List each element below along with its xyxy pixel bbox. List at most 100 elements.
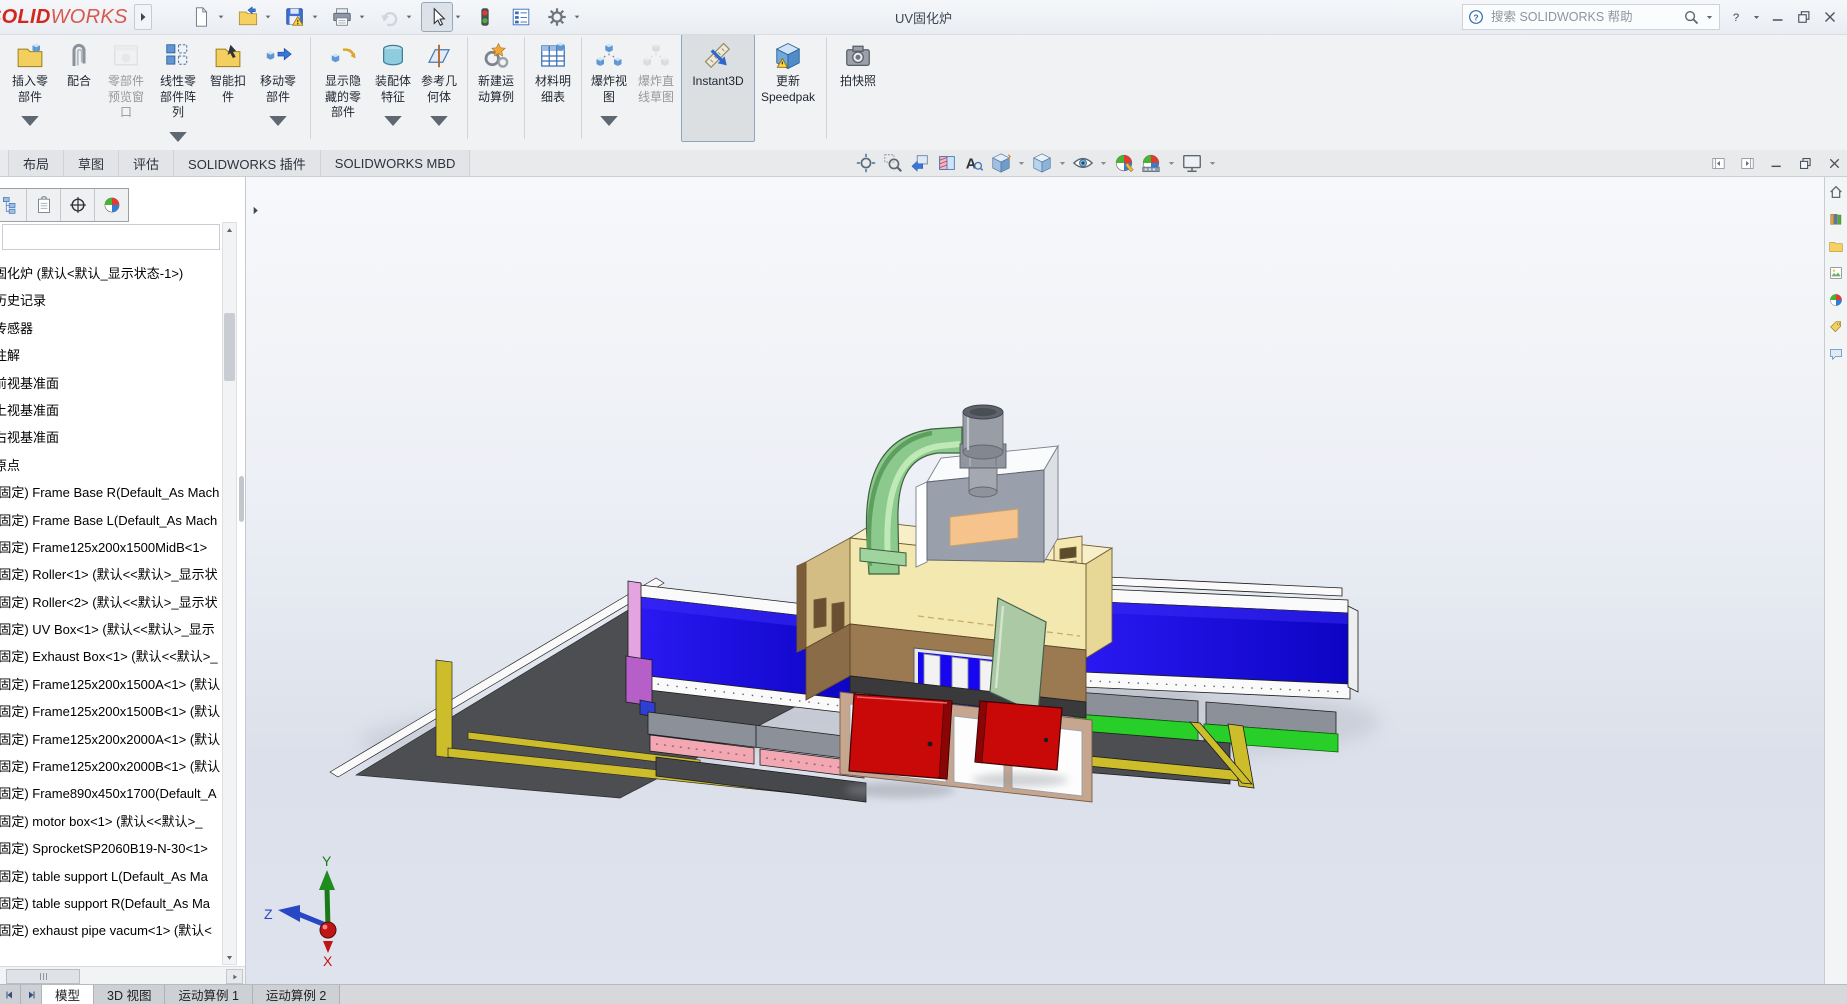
appearances-scenes-tab[interactable] bbox=[1828, 292, 1844, 308]
tree-item[interactable]: (固定) motor box<1> (默认<<默认>_ bbox=[0, 808, 222, 835]
linear-component-pattern-button[interactable]: 线性零部件阵列 bbox=[151, 34, 205, 142]
zoom-to-fit-button[interactable] bbox=[855, 152, 877, 174]
display-style-button[interactable] bbox=[1031, 152, 1053, 174]
solidworks-forum-tab[interactable] bbox=[1828, 346, 1844, 362]
section-view-button[interactable] bbox=[936, 152, 958, 174]
help-caret-icon[interactable] bbox=[1752, 13, 1761, 22]
apply-scene-button[interactable] bbox=[1140, 152, 1162, 174]
collapse-left-pane-button[interactable] bbox=[1710, 155, 1727, 172]
new-document-button[interactable] bbox=[186, 3, 216, 31]
window-restore-button[interactable] bbox=[1795, 8, 1813, 26]
tree-item[interactable]: (固定) Roller<1> (默认<<默认>_显示状 bbox=[0, 561, 222, 588]
tree-vertical-scrollbar[interactable] bbox=[222, 222, 237, 965]
view-palette-tab[interactable] bbox=[1828, 265, 1844, 281]
options-dropdown[interactable] bbox=[572, 3, 583, 31]
new-document-dropdown[interactable] bbox=[216, 3, 227, 31]
doc-tab-运动算例 1[interactable]: 运动算例 1 bbox=[165, 985, 252, 1004]
apply-scene-dropdown[interactable] bbox=[1167, 159, 1176, 168]
tree-item[interactable]: (固定) Frame890x450x1700(Default_A bbox=[0, 780, 222, 807]
tree-item[interactable]: 右视基准面 bbox=[0, 424, 222, 451]
move-component-button[interactable]: 移动零部件 bbox=[251, 34, 305, 142]
display-manager-tab[interactable] bbox=[95, 189, 128, 221]
hide-show-items-button[interactable] bbox=[1072, 152, 1094, 174]
tree-filter-box[interactable] bbox=[2, 224, 220, 250]
model-red-door-left[interactable] bbox=[849, 694, 952, 779]
tree-item[interactable]: (固定) UV Box<1> (默认<<默认>_显示 bbox=[0, 616, 222, 643]
doc-tab-模型[interactable]: 模型 bbox=[42, 985, 94, 1004]
undo-dropdown[interactable] bbox=[404, 3, 415, 31]
tree-item[interactable]: 注解 bbox=[0, 342, 222, 369]
select-dropdown[interactable] bbox=[453, 3, 464, 31]
tab-scroll-left-button[interactable] bbox=[0, 985, 21, 1004]
collapse-right-pane-button[interactable] bbox=[1739, 155, 1756, 172]
tree-item[interactable]: (固定) Frame Base L(Default_As Mach bbox=[0, 507, 222, 534]
tree-item[interactable]: 前视基准面 bbox=[0, 370, 222, 397]
model-uv-box-tower[interactable] bbox=[797, 522, 1112, 802]
tree-item[interactable]: 固化炉 (默认<默认_显示状态-1>) bbox=[0, 260, 222, 287]
edit-appearance-button[interactable] bbox=[1113, 152, 1135, 174]
open-document-button[interactable] bbox=[233, 3, 263, 31]
save-button[interactable] bbox=[280, 3, 310, 31]
select-button[interactable] bbox=[421, 2, 453, 32]
rebuild-button[interactable] bbox=[470, 3, 500, 31]
view-orientation-dropdown[interactable] bbox=[1017, 159, 1026, 168]
model-red-door-right[interactable] bbox=[975, 701, 1062, 770]
annotation-visibility-button[interactable]: A bbox=[963, 152, 985, 174]
tab-布局[interactable]: 布局 bbox=[8, 150, 64, 176]
3d-model-uv-curing-oven[interactable] bbox=[320, 385, 1410, 850]
take-snapshot-button[interactable]: 拍快照 bbox=[832, 34, 884, 142]
tree-item[interactable]: (固定) SprocketSP2060B19-N-30<1> bbox=[0, 835, 222, 862]
featuremanager-flyout-button[interactable] bbox=[247, 200, 263, 220]
window-minimize-button[interactable] bbox=[1769, 8, 1787, 26]
zoom-to-area-button[interactable] bbox=[882, 152, 904, 174]
options-button[interactable] bbox=[542, 3, 572, 31]
scroll-down-button[interactable] bbox=[223, 950, 236, 964]
update-speedpak-button[interactable]: 更新Speedpak bbox=[755, 34, 821, 142]
tree-item[interactable]: (固定) Frame125x200x1500MidB<1> bbox=[0, 534, 222, 561]
view-settings-dropdown[interactable] bbox=[1208, 159, 1217, 168]
tab-SOLIDWORKS MBD[interactable]: SOLIDWORKS MBD bbox=[321, 150, 471, 176]
print-dropdown[interactable] bbox=[357, 3, 368, 31]
tab-SOLIDWORKS 插件[interactable]: SOLIDWORKS 插件 bbox=[174, 150, 321, 176]
caret-down-icon[interactable] bbox=[594, 106, 624, 136]
doc-tab-运动算例 2[interactable]: 运动算例 2 bbox=[253, 985, 340, 1004]
tree-item[interactable]: (固定) Frame Base R(Default_As Mach bbox=[0, 479, 222, 506]
tree-item[interactable]: (固定) exhaust pipe vacum<1> (默认< bbox=[0, 917, 222, 944]
toolbar-flyout-button[interactable] bbox=[134, 4, 152, 30]
tree-item[interactable]: (固定) table support L(Default_As Ma bbox=[0, 863, 222, 890]
scroll-thumb-horizontal[interactable] bbox=[6, 969, 80, 984]
file-properties-button[interactable] bbox=[506, 3, 536, 31]
explode-line-sketch-button[interactable]: 爆炸直线草图 bbox=[631, 34, 681, 142]
tree-item[interactable]: (固定) table support R(Default_As Ma bbox=[0, 890, 222, 917]
doc-close-button[interactable] bbox=[1826, 155, 1843, 172]
tree-item[interactable]: 上视基准面 bbox=[0, 397, 222, 424]
instant3d-button[interactable]: Instant3D bbox=[681, 34, 755, 142]
tree-item[interactable]: (固定) Roller<2> (默认<<默认>_显示状 bbox=[0, 589, 222, 616]
tree-item[interactable]: 历史记录 bbox=[0, 287, 222, 314]
insert-components-button[interactable]: 插入零部件 bbox=[3, 34, 57, 142]
tree-horizontal-scrollbar[interactable] bbox=[0, 966, 245, 985]
model-conveyor-right[interactable] bbox=[1074, 576, 1358, 788]
caret-down-icon[interactable] bbox=[424, 106, 454, 136]
search-box[interactable]: ? bbox=[1462, 4, 1720, 30]
graphics-viewport[interactable]: Z Y X bbox=[245, 176, 1825, 985]
search-caret-icon[interactable] bbox=[1705, 13, 1714, 22]
doc-tab-3D 视图[interactable]: 3D 视图 bbox=[94, 985, 165, 1004]
search-icon[interactable] bbox=[1683, 9, 1700, 26]
mate-button[interactable]: 配合 bbox=[57, 34, 101, 142]
tree-item[interactable]: (固定) Frame125x200x1500A<1> (默认 bbox=[0, 671, 222, 698]
scroll-thumb[interactable] bbox=[224, 313, 235, 381]
new-motion-study-button[interactable]: 新建运动算例 bbox=[473, 34, 519, 142]
scroll-right-button[interactable] bbox=[226, 969, 243, 984]
tree-item[interactable]: (固定) Frame125x200x1500B<1> (默认 bbox=[0, 698, 222, 725]
file-explorer-tab[interactable] bbox=[1828, 238, 1844, 254]
view-settings-button[interactable] bbox=[1181, 152, 1203, 174]
undo-button[interactable] bbox=[374, 3, 404, 31]
smart-fasteners-button[interactable]: 智能扣件 bbox=[205, 34, 251, 142]
caret-down-icon[interactable] bbox=[378, 106, 408, 136]
scroll-up-button[interactable] bbox=[223, 223, 236, 237]
previous-view-button[interactable] bbox=[909, 152, 931, 174]
open-document-dropdown[interactable] bbox=[263, 3, 274, 31]
component-preview-window-button[interactable]: 零部件预览窗口 bbox=[101, 34, 151, 142]
tree-item[interactable]: 传感器 bbox=[0, 315, 222, 342]
